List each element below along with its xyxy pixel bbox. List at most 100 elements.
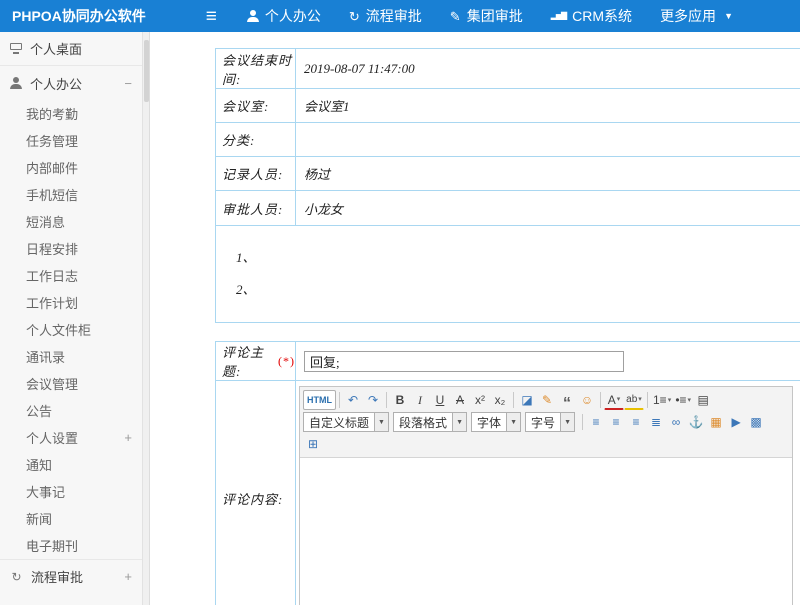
- format-painter-icon[interactable]: ✎: [537, 390, 557, 410]
- field-value: HTML ↶ ↷ B I U A x²: [296, 381, 800, 605]
- content-area: 会议结束时间: 2019-08-07 11:47:00 会议室: 会议室1 分类…: [150, 32, 800, 605]
- strikethrough-icon[interactable]: A: [450, 390, 470, 410]
- caret-down-icon[interactable]: [506, 413, 520, 431]
- sidebar-item-desktop[interactable]: 个人桌面: [0, 32, 142, 66]
- bold-icon[interactable]: B: [390, 390, 410, 410]
- sidebar-item-schedule[interactable]: 日程安排: [0, 235, 142, 262]
- field-value: [296, 342, 800, 380]
- keyboard-icon[interactable]: ▩: [746, 412, 766, 432]
- select-value: 段落格式: [394, 413, 452, 431]
- font-family-select[interactable]: 字体: [471, 412, 521, 432]
- link-icon[interactable]: ∞: [666, 412, 686, 432]
- table-row: 会议室: 会议室1: [216, 89, 800, 123]
- table-row: 记录人员: 杨过: [216, 157, 800, 191]
- emoticon-icon[interactable]: ☺: [577, 390, 597, 410]
- field-label: 会议结束时间:: [216, 49, 296, 88]
- image-icon[interactable]: ▦: [706, 412, 726, 432]
- highlight-color-icon[interactable]: ab: [624, 390, 644, 410]
- toolbar-separator: [386, 392, 387, 408]
- editor-content[interactable]: [300, 458, 792, 605]
- subscript-icon[interactable]: x₂: [490, 390, 510, 410]
- undo-icon[interactable]: ↶: [343, 390, 363, 410]
- nav-more-apps[interactable]: 更多应用 ▼: [660, 6, 733, 26]
- redo-icon[interactable]: ↷: [363, 390, 383, 410]
- toolbar-separator: [647, 392, 648, 408]
- sidebar-item-label: 我的考勤: [26, 104, 78, 123]
- blockquote-icon[interactable]: “: [557, 390, 577, 410]
- nav-label: CRM系统: [572, 6, 632, 26]
- nav-group-approval[interactable]: ✎ 集团审批: [450, 6, 523, 26]
- process-icon: ↻: [10, 570, 23, 584]
- sidebar-item-personal-settings[interactable]: 个人设置 +: [0, 424, 142, 451]
- sidebar-item-label: 新闻: [26, 509, 52, 528]
- scrollbar-thumb[interactable]: [144, 40, 149, 102]
- sidebar-item-work-plan[interactable]: 工作计划: [0, 289, 142, 316]
- app-logo[interactable]: PHPOA协同办公软件: [0, 6, 158, 26]
- caret-down-icon[interactable]: [560, 413, 574, 431]
- caret-down-icon[interactable]: [452, 413, 466, 431]
- comment-subject-row: 评论主题: (*): [216, 342, 800, 381]
- paste-icon[interactable]: ▤: [693, 390, 713, 410]
- caret-down-icon[interactable]: [374, 413, 388, 431]
- sidebar-item-short-message[interactable]: 短消息: [0, 208, 142, 235]
- align-right-icon[interactable]: ≡: [626, 412, 646, 432]
- sidebar-item-work-log[interactable]: 工作日志: [0, 262, 142, 289]
- superscript-icon[interactable]: x²: [470, 390, 490, 410]
- heading-select[interactable]: 自定义标题: [303, 412, 389, 432]
- underline-icon[interactable]: U: [430, 390, 450, 410]
- align-center-icon[interactable]: ≡: [606, 412, 626, 432]
- field-label: 评论主题: (*): [216, 342, 296, 380]
- sidebar-item-task-management[interactable]: 任务管理: [0, 127, 142, 154]
- nav-process-approval[interactable]: ↻ 流程审批: [349, 6, 422, 26]
- field-label: 会议室:: [216, 89, 296, 122]
- note-line: 2、: [236, 274, 800, 306]
- sidebar-item-attendance[interactable]: 我的考勤: [0, 100, 142, 127]
- topbar: PHPOA协同办公软件 ≡ 个人办公 ↻ 流程审批 ✎ 集团审批 ▂▅▇ CRM…: [0, 0, 800, 32]
- justify-icon[interactable]: ≣: [646, 412, 666, 432]
- font-color-icon[interactable]: A: [604, 390, 624, 410]
- select-value: 自定义标题: [304, 413, 374, 431]
- menu-icon[interactable]: ≡: [206, 7, 217, 26]
- anchor-icon[interactable]: ⚓: [686, 412, 706, 432]
- sidebar-splitter[interactable]: [143, 32, 150, 605]
- sidebar-section-personal-office[interactable]: 个人办公 −: [0, 66, 142, 100]
- source-icon[interactable]: HTML: [303, 390, 336, 410]
- eraser-icon[interactable]: ◪: [517, 390, 537, 410]
- sidebar-item-e-journal[interactable]: 电子期刊: [0, 532, 142, 559]
- sidebar-item-internal-mail[interactable]: 内部邮件: [0, 154, 142, 181]
- sidebar-item-announcement[interactable]: 公告: [0, 397, 142, 424]
- field-label: 分类:: [216, 123, 296, 156]
- comment-subject-input[interactable]: [304, 351, 624, 372]
- note-line: 1、: [236, 242, 800, 274]
- unordered-list-icon[interactable]: •≡: [673, 390, 693, 410]
- comment-content-row: 评论内容: HTML ↶ ↷ B: [216, 381, 800, 605]
- table-icon[interactable]: ⊞: [303, 434, 323, 454]
- sidebar-item-contacts[interactable]: 通讯录: [0, 343, 142, 370]
- sidebar-item-label: 手机短信: [26, 185, 78, 204]
- nav-crm-system[interactable]: ▂▅▇ CRM系统: [551, 6, 632, 26]
- align-left-icon[interactable]: ≡: [586, 412, 606, 432]
- sidebar-item-major-events[interactable]: 大事记: [0, 478, 142, 505]
- expand-icon[interactable]: +: [124, 569, 132, 584]
- paragraph-format-select[interactable]: 段落格式: [393, 412, 467, 432]
- sidebar-item-meeting-management[interactable]: 会议管理: [0, 370, 142, 397]
- nav-personal-office[interactable]: 个人办公: [247, 6, 321, 26]
- ordered-list-icon[interactable]: 1≡: [651, 390, 673, 410]
- sidebar-section-process-approval[interactable]: ↻ 流程审批 +: [0, 559, 142, 593]
- app-body: 个人桌面 个人办公 − 我的考勤 任务管理 内部邮件 手机短信 短消息 日程安排…: [0, 32, 800, 605]
- media-icon[interactable]: ▶: [726, 412, 746, 432]
- toolbar-separator: [339, 392, 340, 408]
- sidebar-item-news[interactable]: 新闻: [0, 505, 142, 532]
- sidebar-item-file-cabinet[interactable]: 个人文件柜: [0, 316, 142, 343]
- table-row: 会议结束时间: 2019-08-07 11:47:00: [216, 49, 800, 89]
- collapse-icon[interactable]: −: [124, 76, 132, 91]
- font-size-select[interactable]: 字号: [525, 412, 575, 432]
- field-label: 审批人员:: [216, 191, 296, 225]
- sidebar-item-notice[interactable]: 通知: [0, 451, 142, 478]
- sidebar-item-sms[interactable]: 手机短信: [0, 181, 142, 208]
- expand-icon[interactable]: +: [124, 430, 132, 445]
- italic-icon[interactable]: I: [410, 390, 430, 410]
- sidebar-item-label: 通知: [26, 455, 52, 474]
- sidebar-item-label: 电子期刊: [26, 536, 78, 555]
- table-row: 分类:: [216, 123, 800, 157]
